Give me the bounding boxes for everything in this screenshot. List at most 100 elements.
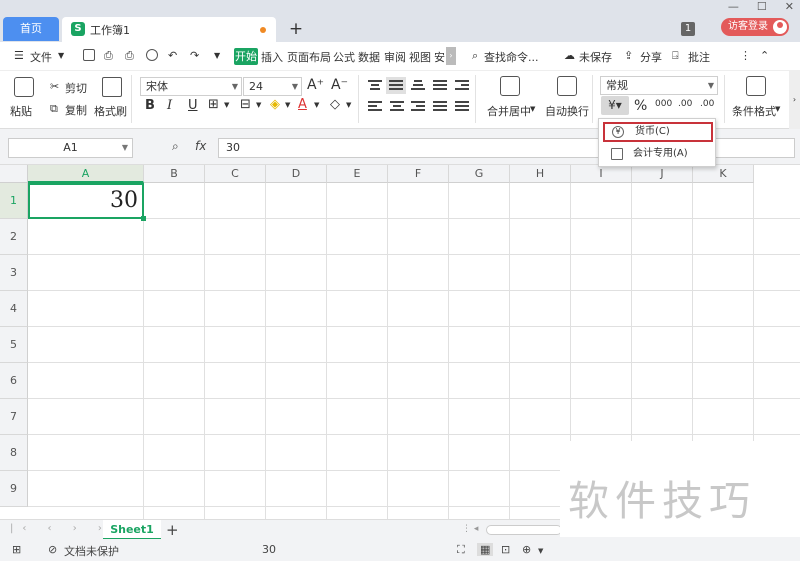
tab-page-layout[interactable]: 页面布局 [287,49,331,65]
font-name-select[interactable]: 宋体 ▼ [140,77,242,96]
minimize-icon[interactable]: — [728,0,739,16]
col-header-k[interactable]: K [693,165,754,183]
col-header-g[interactable]: G [449,165,510,183]
col-header-a[interactable]: A [28,165,144,183]
decrease-decimal-button[interactable]: .00 [700,99,714,109]
col-header-e[interactable]: E [327,165,388,183]
row-header-1[interactable]: 1 [0,183,28,219]
row-header-4[interactable]: 4 [0,291,28,327]
italic-button[interactable]: I [167,98,172,113]
decrease-font-icon[interactable]: A⁻ [331,77,348,93]
justify-icon[interactable] [433,101,447,113]
add-sheet-button[interactable]: + [166,520,179,540]
fullscreen-icon[interactable]: ⛶ [457,543,465,557]
row-header-8[interactable]: 8 [0,435,28,471]
zoom-formula-icon[interactable]: ⌕ [172,139,179,154]
horizontal-scrollbar[interactable] [486,525,562,535]
active-cell[interactable]: 30 [28,183,144,219]
fx-icon[interactable]: fx [195,139,206,153]
tab-review[interactable]: 审阅 [384,49,406,65]
export-pdf-icon[interactable]: ⎙ [104,49,113,63]
row-header-9[interactable]: 9 [0,471,28,507]
merge-center-icon[interactable] [500,76,520,96]
font-size-select[interactable]: 24 ▼ [243,77,302,96]
row-header-3[interactable]: 3 [0,255,28,291]
sheet-tab-sheet1[interactable]: Sheet1 [103,520,161,540]
row-header-7[interactable]: 7 [0,399,28,435]
font-color-icon[interactable]: A [298,97,307,112]
more-tabs-arrow-icon[interactable]: › [446,47,456,65]
increase-decimal-button[interactable]: .00 [678,99,692,109]
align-center-icon[interactable] [390,101,404,113]
border-chevron-down-icon[interactable]: ▼ [224,101,229,109]
row-header-6[interactable]: 6 [0,363,28,399]
align-left-icon[interactable] [368,101,382,113]
number-format-select[interactable]: 常规 ▼ [600,76,718,95]
distributed-icon[interactable] [455,101,469,113]
col-header-i[interactable]: I [571,165,632,183]
clear-format-chevron-down-icon[interactable]: ▼ [346,101,351,109]
currency-format-button[interactable]: ¥▾ [601,96,629,115]
print-preview-icon[interactable] [146,49,158,61]
reading-mode-chevron-down-icon[interactable]: ▼ [538,547,543,555]
align-middle-icon[interactable] [386,77,406,94]
ribbon-scroll-right-icon[interactable]: › [789,71,800,129]
print-icon[interactable]: ⎙ [125,49,134,63]
col-header-d[interactable]: D [266,165,327,183]
font-color-chevron-down-icon[interactable]: ▼ [314,101,319,109]
format-painter-button[interactable]: 格式刷 [94,103,127,119]
tab-insert[interactable]: 插入 [261,49,283,65]
normal-view-icon[interactable]: ▦ [477,543,494,556]
quick-access-chevron-icon[interactable]: ▼ [214,51,220,60]
home-tab[interactable]: 首页 [3,17,59,41]
maximize-icon[interactable]: ☐ [757,0,767,16]
close-icon[interactable]: ✕ [785,0,794,16]
name-box-chevron-down-icon[interactable]: ▼ [122,139,128,157]
paste-button[interactable]: 粘贴 [10,103,32,119]
col-header-j[interactable]: J [632,165,693,183]
accounting-option[interactable]: 会计专用(A) [603,144,713,164]
indent-icon[interactable] [455,80,469,92]
fill-color-icon[interactable]: ◈ [270,97,280,112]
col-header-f[interactable]: F [388,165,449,183]
visitor-login-button[interactable]: 访客登录 [721,18,789,36]
menu-file[interactable]: 文件 [30,49,52,65]
bold-button[interactable]: B [145,98,155,113]
border-icon[interactable]: ⊞ [208,97,219,112]
tab-data[interactable]: 数据 [358,49,380,65]
col-header-h[interactable]: H [510,165,571,183]
tab-formula[interactable]: 公式 [333,49,355,65]
wrap-text-icon[interactable] [557,76,577,96]
file-chevron-down-icon[interactable]: ▼ [58,51,64,60]
cut-button[interactable]: 剪切 [65,80,87,96]
unsaved-status[interactable]: 未保存 [579,49,612,65]
document-protection-status[interactable]: 文档未保护 [64,543,119,559]
clear-format-icon[interactable]: ◇ [330,97,340,112]
name-box[interactable]: A1 ▼ [8,138,133,158]
tab-view[interactable]: 视图 [409,49,431,65]
more-options-icon[interactable]: ⋮ [740,49,751,62]
row-header-2[interactable]: 2 [0,219,28,255]
orientation-icon[interactable] [433,80,447,92]
copy-button[interactable]: 复制 [65,102,87,118]
comment-button[interactable]: 批注 [688,49,710,65]
conditional-format-button[interactable]: 条件格式 [732,103,776,119]
merge-center-chevron-down-icon[interactable]: ▼ [530,105,535,113]
paste-icon[interactable] [14,77,34,97]
notification-badge[interactable]: 1 [681,22,695,36]
conditional-format-chevron-down-icon[interactable]: ▼ [775,105,780,113]
align-top-icon[interactable] [368,80,382,92]
share-button[interactable]: 分享 [640,49,662,65]
currency-option[interactable]: ¥ 货币(C) [603,122,713,142]
increase-font-icon[interactable]: A⁺ [307,77,324,93]
thousands-button[interactable]: 000 [655,99,672,109]
underline-button[interactable]: U [188,98,198,113]
merge-icon[interactable]: ⊟ [240,97,251,112]
page-break-view-icon[interactable]: ⊡ [501,543,510,556]
merge-chevron-down-icon[interactable]: ▼ [256,101,261,109]
undo-icon[interactable]: ↶ [168,49,177,62]
format-painter-icon[interactable] [102,77,122,97]
tab-more[interactable]: 安 [434,49,445,65]
search-commands[interactable]: 查找命令... [484,49,539,65]
align-bottom-icon[interactable] [411,80,425,92]
